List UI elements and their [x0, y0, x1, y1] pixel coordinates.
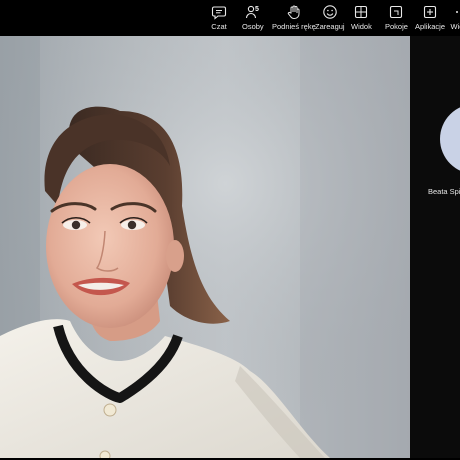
smiley-icon — [323, 5, 337, 19]
people-button[interactable]: 5 Osoby — [242, 4, 264, 34]
view-label: Widok — [351, 22, 372, 31]
react-label: Zareaguj — [315, 22, 345, 31]
rooms-icon — [390, 5, 403, 19]
more-button[interactable]: Wię — [449, 4, 460, 34]
raise-hand-label: Podnieś rękę — [272, 22, 316, 31]
apps-button[interactable]: Aplikacje — [415, 4, 445, 34]
rooms-label: Pokoje — [385, 22, 408, 31]
more-icon — [456, 11, 458, 13]
chat-icon — [211, 6, 227, 20]
plus-square-icon — [423, 5, 437, 19]
view-grid-icon — [355, 5, 368, 19]
participant-side-panel: Beata Spie — [410, 36, 460, 460]
raise-hand-icon — [287, 5, 300, 19]
chat-label: Czat — [211, 22, 227, 31]
presenter-image — [0, 36, 410, 458]
people-label: Osoby — [242, 22, 264, 31]
presenter-video — [0, 36, 410, 458]
meeting-toolbar: Czat 5 Osoby Podnieś rękę Zareaguj Widok — [0, 0, 460, 36]
rooms-button[interactable]: Pokoje — [385, 4, 408, 34]
apps-label: Aplikacje — [415, 22, 446, 31]
people-count-badge: 5 — [255, 6, 259, 13]
participant-name: Beata Spie — [428, 187, 460, 196]
more-label: Wię — [450, 22, 460, 31]
react-button[interactable]: Zareaguj — [315, 4, 345, 34]
raise-hand-button[interactable]: Podnieś rękę — [272, 4, 316, 34]
chat-button[interactable]: Czat — [211, 4, 227, 34]
view-button[interactable]: Widok — [351, 4, 372, 34]
participant-avatar[interactable] — [440, 104, 460, 174]
